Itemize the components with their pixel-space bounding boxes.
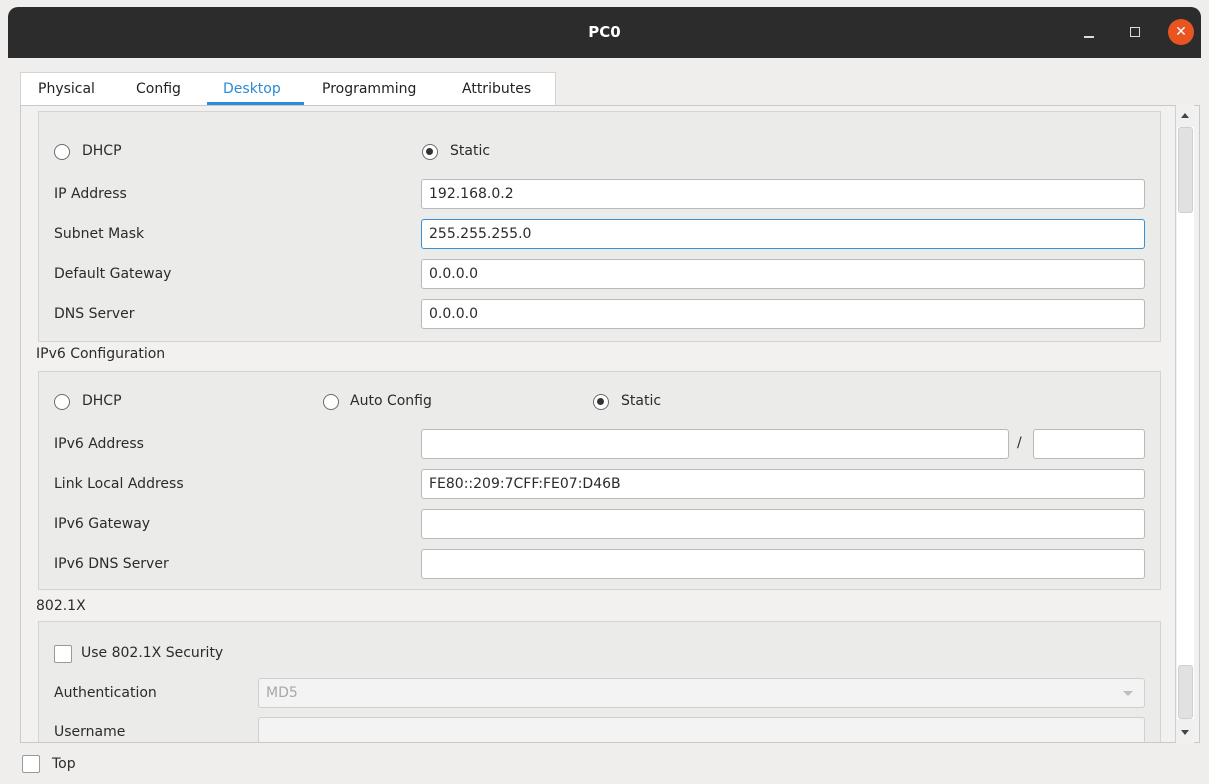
minimize-icon[interactable] [1076, 19, 1102, 45]
ipv4-dhcp-radio[interactable] [54, 144, 70, 160]
ip-address-field[interactable]: 192.168.0.2 [421, 179, 1145, 209]
maximize-icon[interactable] [1122, 19, 1148, 45]
tab-config[interactable]: Config [136, 81, 181, 97]
use-8021x-security-checkbox[interactable] [54, 645, 72, 663]
use-8021x-security-label: Use 802.1X Security [81, 645, 224, 661]
chevron-down-icon [1123, 691, 1133, 696]
tab-programming[interactable]: Programming [322, 81, 416, 97]
ipv4-dhcp-label: DHCP [82, 143, 122, 159]
tab-attributes[interactable]: Attributes [462, 81, 531, 97]
ipv4-static-radio[interactable] [422, 144, 438, 160]
window-titlebar: PC0 ✕ [8, 7, 1201, 58]
ipv6-auto-config-label: Auto Config [350, 393, 432, 409]
ip-address-label: IP Address [54, 186, 127, 202]
ipv6-static-radio[interactable] [593, 394, 609, 410]
ipv6-group: DHCP Auto Config Static IPv6 Address / L… [38, 371, 1161, 590]
username-field[interactable] [258, 717, 1145, 742]
ipv6-dhcp-label: DHCP [82, 393, 122, 409]
scroll-down-arrow-icon[interactable] [1176, 723, 1194, 741]
ipv6-prefix-length-field[interactable] [1033, 429, 1145, 459]
ipv6-dns-server-field[interactable] [421, 549, 1145, 579]
scroll-up-arrow-icon[interactable] [1176, 107, 1194, 125]
authentication-select[interactable]: MD5 [258, 678, 1145, 708]
vertical-scrollbar[interactable] [1175, 105, 1194, 743]
scroll-track[interactable] [1177, 127, 1194, 719]
scroll-thumb-lower[interactable] [1178, 665, 1193, 719]
subnet-mask-label: Subnet Mask [54, 226, 145, 242]
window-title: PC0 [588, 23, 621, 41]
default-gateway-field[interactable]: 0.0.0.0 [421, 259, 1145, 289]
dot1x-group: Use 802.1X Security Authentication MD5 U… [38, 621, 1161, 742]
link-local-address-label: Link Local Address [54, 476, 184, 492]
ip-configuration-panel: DHCP Static IP Address 192.168.0.2 Subne… [20, 105, 1200, 743]
tab-physical[interactable]: Physical [38, 81, 95, 97]
dns-server-label: DNS Server [54, 306, 135, 322]
ipv6-prefix-separator: / [1017, 435, 1022, 451]
ipv6-section-title: IPv6 Configuration [36, 346, 166, 362]
scroll-thumb[interactable] [1178, 127, 1193, 213]
ipv6-auto-config-radio[interactable] [323, 394, 339, 410]
ipv4-static-label: Static [450, 143, 491, 159]
default-gateway-label: Default Gateway [54, 266, 172, 282]
ipv6-address-field[interactable] [421, 429, 1009, 459]
ipv6-gateway-label: IPv6 Gateway [54, 516, 151, 532]
subnet-mask-field[interactable]: 255.255.255.0 [421, 219, 1145, 249]
close-icon[interactable]: ✕ [1168, 19, 1194, 45]
link-local-address-field[interactable]: FE80::209:7CFF:FE07:D46B [421, 469, 1145, 499]
tab-desktop[interactable]: Desktop [223, 81, 281, 97]
always-on-top-checkbox[interactable] [22, 755, 40, 773]
dot1x-section-title: 802.1X [36, 598, 86, 614]
ipv6-static-label: Static [621, 393, 662, 409]
username-label: Username [54, 724, 126, 740]
ipv4-group: DHCP Static IP Address 192.168.0.2 Subne… [38, 111, 1161, 342]
authentication-label: Authentication [54, 685, 157, 701]
always-on-top-label: Top [52, 756, 76, 772]
ipv6-dns-server-label: IPv6 DNS Server [54, 556, 169, 572]
tab-bar: Physical Config Desktop Programming Attr… [20, 72, 556, 106]
ipv6-address-label: IPv6 Address [54, 436, 144, 452]
dns-server-field[interactable]: 0.0.0.0 [421, 299, 1145, 329]
ipv6-gateway-field[interactable] [421, 509, 1145, 539]
ipv6-dhcp-radio[interactable] [54, 394, 70, 410]
